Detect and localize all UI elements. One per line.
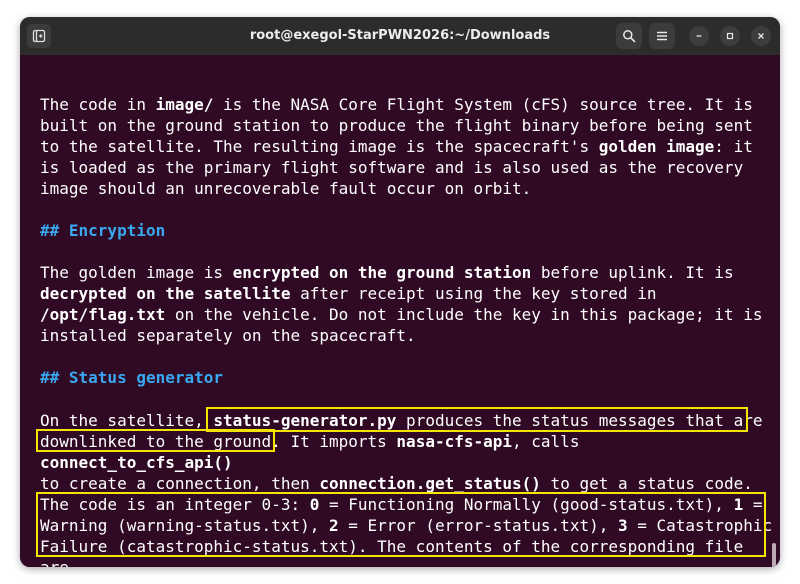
text-span: is the NASA Core Flight System (cFS) sou… xyxy=(213,95,753,114)
text-span: to get a status code. xyxy=(540,474,753,493)
minimize-icon xyxy=(696,35,702,37)
text-line: The code in image/ is the NASA Core Flig… xyxy=(40,94,753,115)
text-span: It imports xyxy=(280,432,397,451)
text-line: built on the ground station to produce t… xyxy=(40,116,753,135)
terminal-output[interactable]: The code in image/ is the NASA Core Flig… xyxy=(20,55,780,567)
bold-text: decrypted on the satellite xyxy=(40,284,291,303)
search-icon xyxy=(623,30,636,43)
menu-button[interactable] xyxy=(649,23,675,49)
hamburger-menu-icon xyxy=(657,31,667,41)
terminal-window: root@exegol-StarPWN2026:~/Downloads The … xyxy=(20,17,780,567)
maximize-button[interactable] xyxy=(720,26,740,46)
text-line: /opt/flag.txt on the vehicle. Do not inc… xyxy=(40,304,762,325)
text-line: to the satellite. The resulting image is… xyxy=(40,136,753,157)
minimize-button[interactable] xyxy=(689,26,709,46)
bold-text: connection.get_status() xyxy=(319,474,541,493)
close-icon xyxy=(758,33,764,39)
text-span: , calls xyxy=(512,432,580,451)
text-span: On the satellite, xyxy=(40,411,214,430)
text-span: to the satellite. The resulting image is… xyxy=(40,137,599,156)
text-span: after receipt using the key stored in xyxy=(290,284,657,303)
text-line: image should an unrecoverable fault occu… xyxy=(40,179,532,198)
bold-text: golden image xyxy=(598,137,715,156)
close-button[interactable] xyxy=(751,26,771,46)
section-heading-encryption: ## Encryption xyxy=(40,221,166,240)
highlight-box-status-generator xyxy=(206,407,748,432)
maximize-icon xyxy=(726,32,734,40)
text-span: : it xyxy=(714,137,753,156)
text-line: is loaded as the primary flight software… xyxy=(40,158,744,177)
bold-text: encrypted on the ground station xyxy=(232,263,532,282)
text-span: on the vehicle. Do not include the key i… xyxy=(165,305,763,324)
text-line: to create a connection, then connection.… xyxy=(40,473,753,494)
bold-text: image/ xyxy=(155,95,214,114)
text-span: The code in xyxy=(40,95,156,114)
text-line: are xyxy=(40,557,69,567)
text-line: installed separately on the spacecraft. xyxy=(40,326,416,345)
text-span: The golden image is xyxy=(40,263,233,282)
text-span: before uplink. It is xyxy=(531,263,734,282)
text-line: connect_to_cfs_api() xyxy=(40,452,233,473)
text-line: The golden image is encrypted on the gro… xyxy=(40,262,734,283)
section-heading-status-generator: ## Status generator xyxy=(40,368,224,387)
highlight-box-status-codes xyxy=(36,492,766,557)
bold-text: nasa-cfs-api xyxy=(396,432,513,451)
highlight-box-downlinked xyxy=(36,429,275,452)
bold-text: connect_to_cfs_api() xyxy=(40,453,233,472)
text-line: decrypted on the satellite after receipt… xyxy=(40,283,657,304)
scrollbar-thumb[interactable] xyxy=(772,543,776,567)
text-span: to create a connection, then xyxy=(40,474,320,493)
bold-text: /opt/flag.txt xyxy=(40,305,166,324)
title-bar[interactable]: root@exegol-StarPWN2026:~/Downloads xyxy=(20,17,780,55)
search-button[interactable] xyxy=(616,23,642,49)
